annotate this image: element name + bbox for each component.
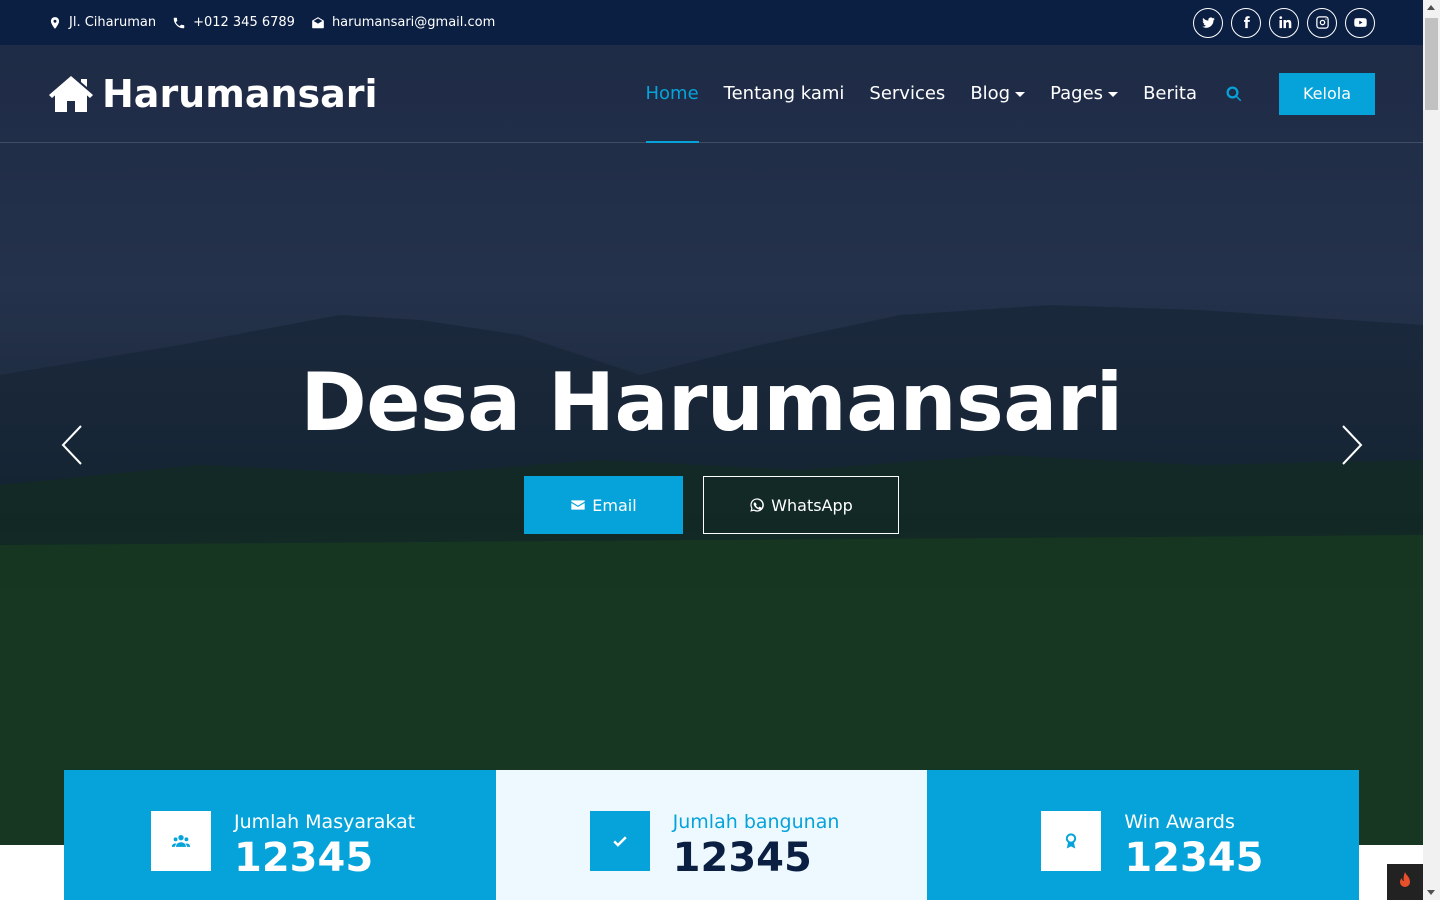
email-button[interactable]: Email [524, 476, 683, 534]
stat-label: Jumlah bangunan [672, 811, 840, 833]
phone-icon [173, 17, 185, 28]
nav-blog-dropdown[interactable]: Blog [970, 45, 1026, 143]
linkedin-icon [1278, 16, 1291, 29]
stat-text: Jumlah Masyarakat 12345 [234, 811, 415, 881]
phone-item: +012 345 6789 [172, 15, 295, 30]
nav-services-label: Services [869, 83, 946, 104]
caret-down-icon [1108, 92, 1119, 97]
stat-card-awards: Win Awards 12345 [927, 770, 1359, 900]
twitter-icon [1201, 17, 1215, 28]
nav-blog-label: Blog [970, 83, 1011, 104]
envelope-icon [571, 500, 585, 510]
nav-menu: Home Tentang kami Services Blog Pages Be… [621, 45, 1375, 143]
map-marker-icon [50, 16, 60, 29]
phone-text: +012 345 6789 [193, 15, 295, 30]
scroll-up-arrow-icon[interactable] [1427, 5, 1435, 10]
nav-berita[interactable]: Berita [1143, 45, 1197, 143]
stat-card-bangunan: Jumlah bangunan 12345 [495, 770, 928, 900]
stat-card-masyarakat: Jumlah Masyarakat 12345 [64, 770, 496, 900]
search-icon [1226, 85, 1242, 101]
stat-icon-box [589, 811, 650, 871]
scrollbar-thumb[interactable] [1425, 18, 1438, 110]
check-icon [612, 836, 627, 847]
nav-tentang-kami[interactable]: Tentang kami [724, 45, 845, 143]
brand-logo[interactable]: Harumansari [48, 72, 378, 116]
kelola-button[interactable]: Kelola [1279, 72, 1375, 115]
linkedin-button[interactable] [1269, 7, 1299, 38]
home-icon [49, 75, 93, 112]
nav-pages-dropdown[interactable]: Pages [1050, 45, 1119, 143]
nav-tentang-kami-label: Tentang kami [723, 83, 845, 104]
stats-section: Jumlah Masyarakat 12345 Jumlah bangunan … [64, 770, 1359, 900]
stat-text: Jumlah bangunan 12345 [673, 811, 840, 881]
instagram-button[interactable] [1307, 7, 1337, 38]
hero-buttons: Email WhatsApp [524, 476, 899, 534]
whatsapp-button-label: WhatsApp [771, 495, 853, 515]
email-button-label: Email [592, 495, 637, 515]
nav-services[interactable]: Services [869, 45, 945, 143]
main-navbar: Harumansari Home Tentang kami Services B… [0, 45, 1423, 143]
stat-value: 12345 [234, 835, 374, 881]
social-links [1193, 7, 1375, 38]
youtube-button[interactable] [1345, 7, 1375, 38]
address-text: Jl. Ciharuman [69, 15, 157, 30]
envelope-open-icon [312, 16, 324, 28]
nav-home-label: Home [645, 83, 699, 104]
instagram-icon [1315, 16, 1329, 29]
users-icon [171, 835, 191, 847]
nav-berita-label: Berita [1143, 83, 1197, 104]
stat-icon-box [151, 811, 211, 871]
hero-title: Desa Harumansari [300, 356, 1123, 449]
chevron-left-icon [61, 425, 82, 465]
top-bar: Jl. Ciharuman +012 345 6789 harumansari@… [0, 0, 1423, 45]
stat-value: 12345 [1124, 835, 1264, 881]
email-text: harumansari@gmail.com [331, 15, 496, 30]
facebook-icon [1243, 16, 1250, 29]
nav-home[interactable]: Home [645, 45, 699, 143]
whatsapp-button[interactable]: WhatsApp [703, 476, 899, 534]
page-scrollbar[interactable] [1423, 0, 1440, 900]
search-button[interactable] [1225, 85, 1243, 103]
fire-icon [1400, 872, 1410, 887]
whatsapp-icon [750, 498, 765, 512]
nav-pages-label: Pages [1050, 83, 1104, 104]
twitter-button[interactable] [1193, 7, 1223, 38]
back-to-top-button[interactable] [1387, 864, 1423, 900]
carousel-prev-button[interactable] [60, 424, 84, 466]
chevron-right-icon [1342, 425, 1363, 465]
carousel-next-button[interactable] [1340, 424, 1364, 466]
email-item: harumansari@gmail.com [311, 15, 495, 30]
caret-down-icon [1015, 92, 1026, 97]
award-icon [1066, 833, 1077, 849]
stat-text: Win Awards 12345 [1124, 811, 1263, 881]
stat-icon-box [1041, 811, 1102, 871]
stat-label: Jumlah Masyarakat [234, 811, 416, 833]
facebook-button[interactable] [1231, 7, 1261, 38]
contact-info: Jl. Ciharuman +012 345 6789 harumansari@… [48, 15, 495, 30]
youtube-icon [1353, 18, 1367, 27]
scroll-down-arrow-icon[interactable] [1427, 890, 1435, 895]
address-item: Jl. Ciharuman [48, 15, 156, 30]
stat-label: Win Awards [1124, 811, 1235, 833]
stat-value: 12345 [672, 835, 812, 881]
brand-name: Harumansari [102, 71, 378, 116]
